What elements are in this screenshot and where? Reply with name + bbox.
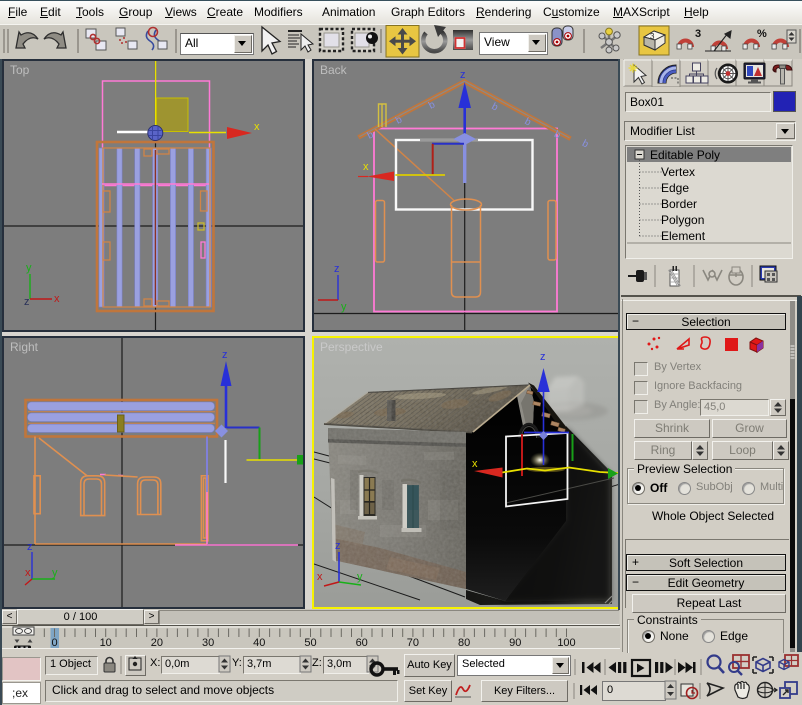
- svg-text:b: b: [427, 99, 437, 112]
- svg-text:30: 30: [202, 637, 214, 648]
- svg-text:x: x: [54, 293, 60, 305]
- svg-text:40: 40: [253, 637, 265, 648]
- svg-text:x: x: [317, 571, 323, 583]
- svg-text:y: y: [26, 262, 32, 274]
- svg-text:10: 10: [100, 637, 112, 648]
- svg-text:b: b: [490, 101, 500, 114]
- svg-text:z: z: [335, 540, 341, 552]
- svg-text:z: z: [334, 263, 340, 275]
- svg-text:Border: Border: [661, 197, 697, 211]
- svg-text:Vertex: Vertex: [661, 165, 695, 179]
- svg-text:y: y: [357, 571, 363, 583]
- svg-text:Editable Poly: Editable Poly: [650, 148, 720, 162]
- svg-text:0: 0: [51, 637, 57, 648]
- svg-text:z: z: [540, 351, 546, 363]
- svg-text:z: z: [27, 541, 33, 553]
- svg-text:3: 3: [650, 32, 655, 41]
- svg-text:x: x: [472, 458, 478, 470]
- svg-text:%: %: [757, 28, 767, 40]
- svg-text:y: y: [341, 301, 347, 313]
- svg-text:80: 80: [458, 637, 470, 648]
- svg-text:100: 100: [557, 637, 575, 648]
- svg-text:50: 50: [304, 637, 316, 648]
- svg-text:Element: Element: [661, 229, 706, 243]
- svg-text:b: b: [580, 138, 590, 151]
- svg-text:x: x: [25, 567, 31, 579]
- svg-text:x: x: [254, 121, 260, 133]
- svg-text:Edge: Edge: [661, 181, 689, 195]
- svg-text:3: 3: [695, 28, 701, 40]
- svg-text:Polygon: Polygon: [661, 213, 704, 227]
- svg-text:20: 20: [151, 637, 163, 648]
- svg-text:x: x: [314, 294, 315, 306]
- svg-text:60: 60: [356, 637, 368, 648]
- svg-text:y: y: [52, 567, 58, 579]
- svg-text:z: z: [460, 69, 466, 81]
- svg-text:90: 90: [509, 637, 521, 648]
- svg-text:x: x: [363, 161, 369, 173]
- svg-text:b: b: [523, 116, 533, 129]
- svg-text:70: 70: [407, 637, 419, 648]
- svg-text:z: z: [222, 349, 228, 361]
- svg-text:z: z: [24, 296, 30, 308]
